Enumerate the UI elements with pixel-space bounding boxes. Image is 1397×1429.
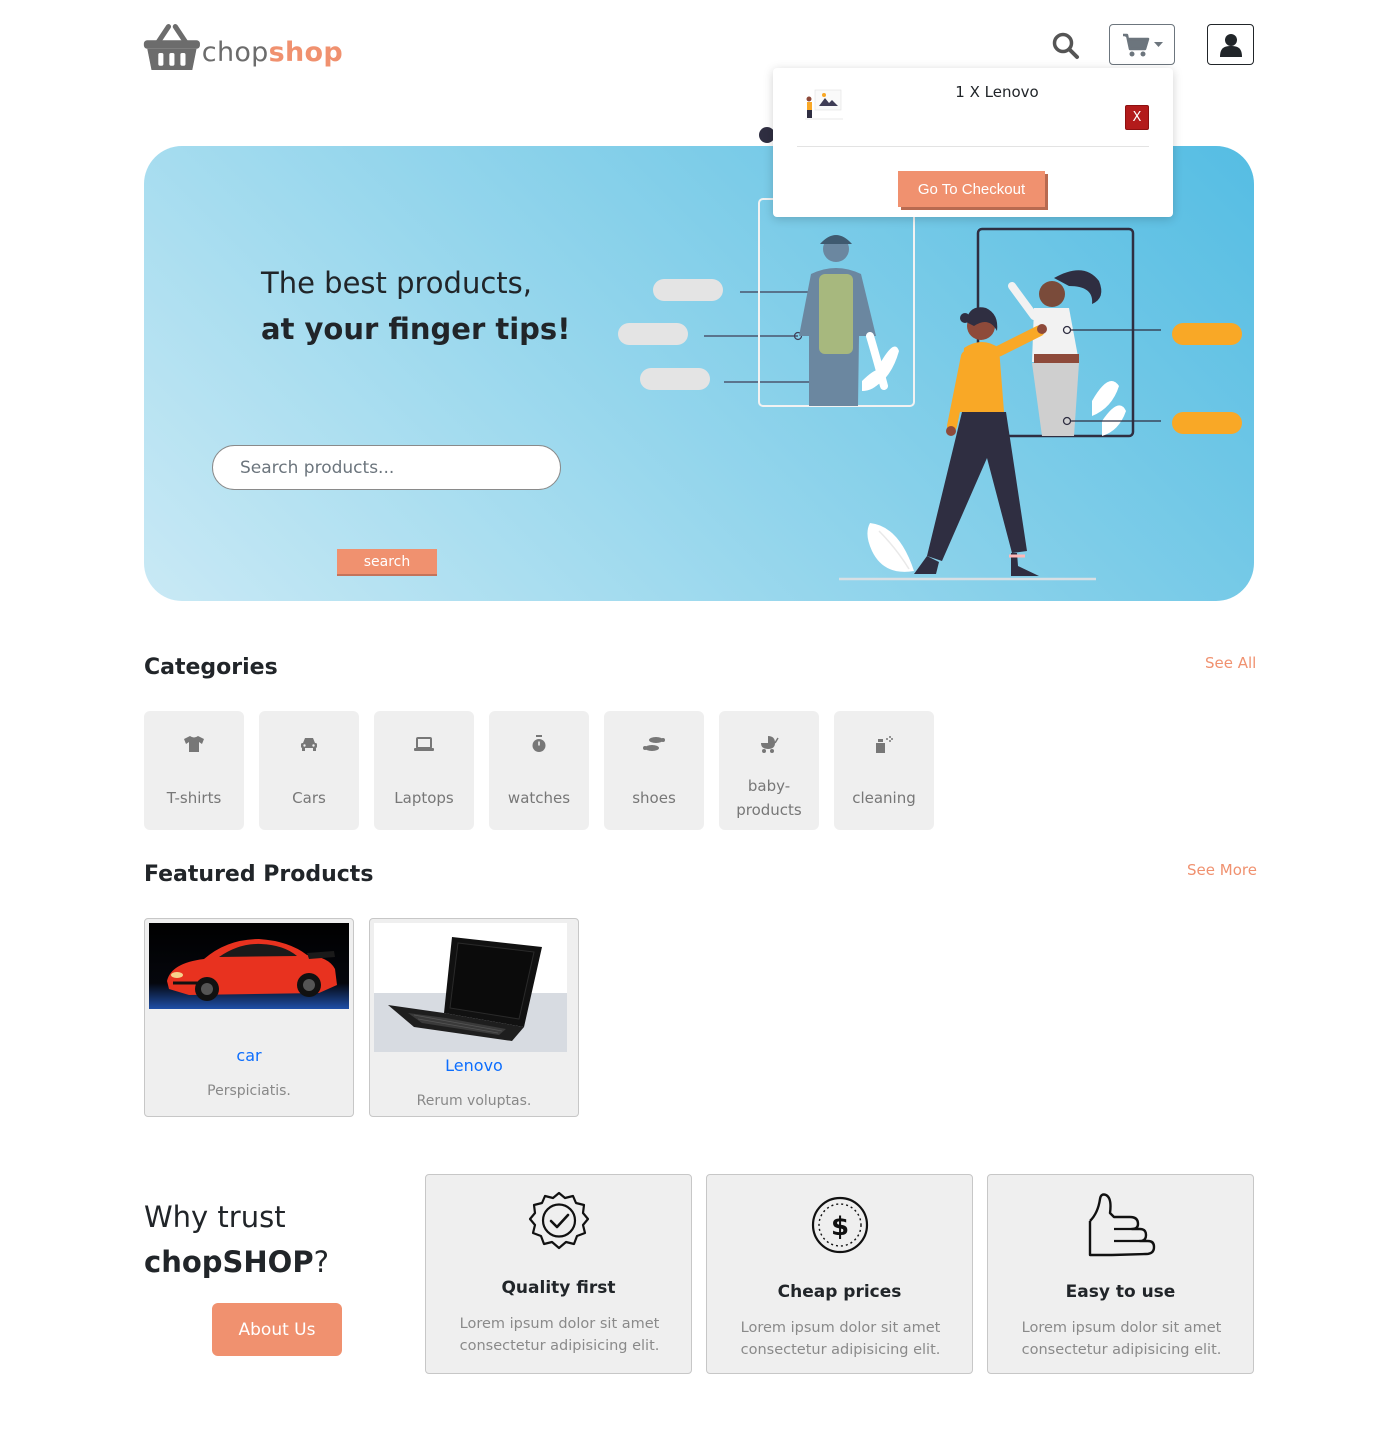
category-card-cleaning[interactable]: cleaning [834, 711, 934, 830]
product-card-car[interactable]: car Perspiciatis. [144, 918, 354, 1117]
why-trust-brand-line: chopSHOP? [144, 1245, 329, 1279]
basket-logo-icon [143, 24, 200, 70]
baby-carriage-icon [757, 733, 781, 755]
shoe-prints-icon [642, 733, 666, 755]
tshirt-icon [182, 733, 206, 755]
about-us-button[interactable]: About Us [212, 1303, 342, 1356]
why-trust-heading: Why trust [144, 1200, 286, 1234]
category-label: Cars [292, 789, 326, 807]
cart-item-thumbnail [805, 89, 843, 120]
quality-badge-icon [528, 1191, 589, 1250]
product-description: Perspiciatis. [207, 1083, 291, 1099]
trust-brand: chopSHOP [144, 1245, 314, 1279]
search-icon[interactable] [1051, 31, 1081, 61]
product-title[interactable]: Lenovo [370, 1056, 578, 1075]
spray-bottle-icon [872, 733, 896, 755]
feature-title: Easy to use [1065, 1282, 1176, 1302]
user-icon [1219, 33, 1242, 57]
hero-subheadline: at your finger tips! [261, 312, 571, 346]
category-label: Laptops [394, 789, 454, 807]
cart-dropdown-button[interactable] [1109, 24, 1175, 65]
laptop-icon [412, 733, 436, 755]
cart-dropdown-menu: 1 X Lenovo X Go To Checkout [773, 68, 1173, 217]
checkout-button[interactable]: Go To Checkout [898, 171, 1045, 207]
featured-products-title: Featured Products [144, 862, 374, 887]
stopwatch-icon [527, 733, 551, 755]
category-label: T-shirts [166, 789, 222, 807]
product-title[interactable]: car [145, 1046, 353, 1065]
feature-card-prices: $ Cheap prices Lorem ipsum dolor sit ame… [706, 1174, 973, 1374]
feature-text: Lorem ipsum dolor sit amet consectetur a… [740, 1320, 941, 1358]
hero-search-input[interactable] [212, 445, 561, 490]
cart-icon [1122, 33, 1149, 56]
dollar-coin-icon: $ [811, 1196, 868, 1254]
feature-title: Quality first [501, 1278, 616, 1298]
product-image-lenovo [374, 923, 567, 1052]
category-label: watches [507, 789, 571, 807]
category-card-cars[interactable]: Cars [259, 711, 359, 830]
feature-title: Cheap prices [777, 1282, 902, 1302]
caret-down-icon [1153, 41, 1163, 47]
logo-wordmark: chopshop [202, 39, 343, 66]
site-logo[interactable]: chopshop [143, 17, 343, 75]
see-more-link[interactable]: See More [1187, 861, 1257, 879]
categories-title: Categories [144, 655, 278, 680]
category-card-watches[interactable]: watches [489, 711, 589, 830]
logo-text-chop: chop [201, 37, 269, 68]
feature-card-quality: Quality first Lorem ipsum dolor sit amet… [425, 1174, 692, 1374]
feature-text: Lorem ipsum dolor sit amet consectetur a… [459, 1316, 660, 1354]
category-card-laptops[interactable]: Laptops [374, 711, 474, 830]
thumbs-up-icon [1088, 1193, 1155, 1257]
feature-text: Lorem ipsum dolor sit amet consectetur a… [1021, 1320, 1222, 1358]
feature-card-easy: Easy to use Lorem ipsum dolor sit amet c… [987, 1174, 1254, 1374]
see-all-link[interactable]: See All [1205, 654, 1256, 672]
svg-text:$: $ [830, 1212, 848, 1242]
category-card-tshirts[interactable]: T-shirts [144, 711, 244, 830]
logo-text-shop: shop [268, 37, 343, 68]
cart-item-label: 1 X Lenovo [955, 83, 1039, 101]
product-image-car [149, 923, 349, 1009]
category-label: shoes [632, 789, 676, 807]
category-card-baby-products[interactable]: baby-products [719, 711, 819, 830]
category-label: baby-products [736, 777, 802, 819]
hero-illustration [618, 198, 1242, 581]
hero-search-button[interactable]: search [337, 549, 437, 574]
cart-divider [797, 146, 1149, 147]
product-card-lenovo[interactable]: Lenovo Rerum voluptas. [369, 918, 579, 1117]
product-description: Rerum voluptas. [416, 1093, 532, 1109]
category-card-shoes[interactable]: shoes [604, 711, 704, 830]
category-label: cleaning [852, 789, 916, 807]
hero-headline: The best products, [261, 266, 532, 300]
user-account-button[interactable] [1207, 24, 1254, 65]
car-icon [297, 733, 321, 755]
trust-suffix: ? [313, 1245, 329, 1279]
cart-remove-button[interactable]: X [1125, 105, 1149, 130]
